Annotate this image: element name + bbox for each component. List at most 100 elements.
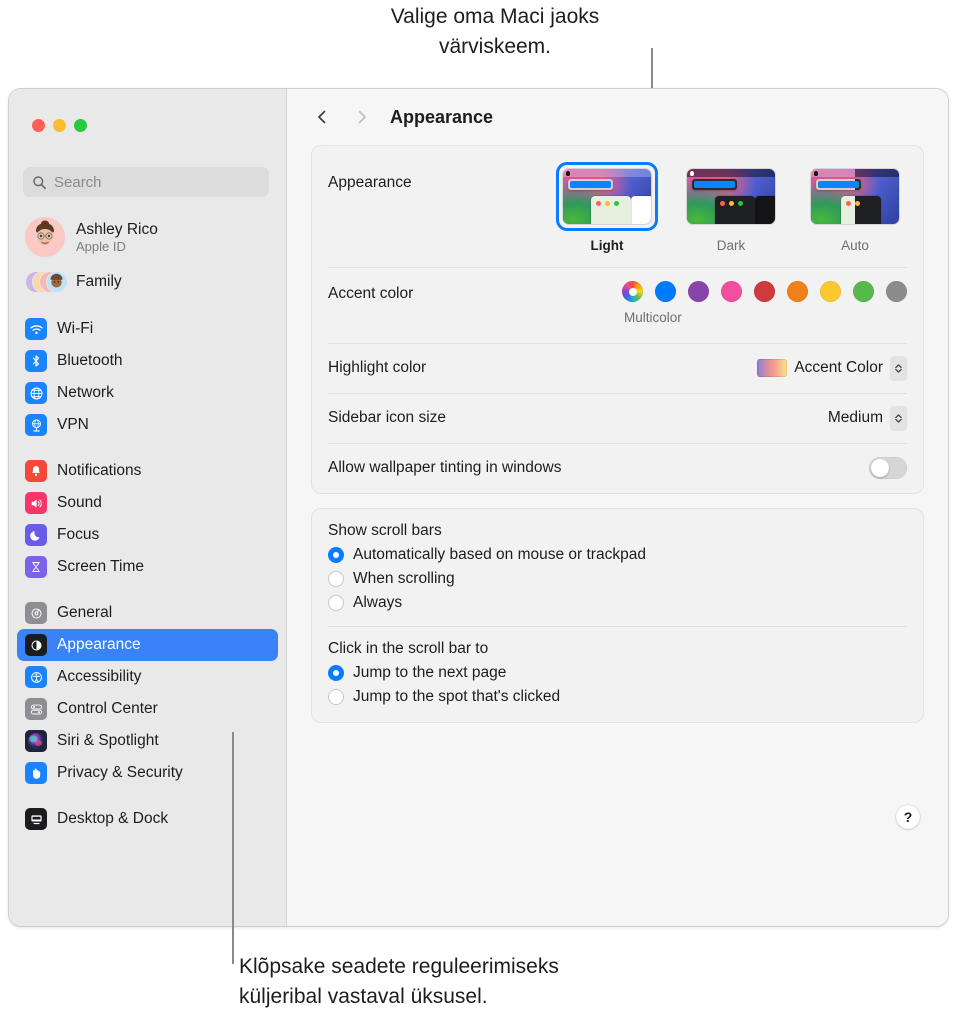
radio-indicator <box>328 547 344 563</box>
sidebar-item-network[interactable]: Network <box>17 377 278 409</box>
back-button[interactable] <box>309 104 335 130</box>
theme-option-label: Dark <box>716 238 746 253</box>
sidebar: Search Ashley Rico Apple ID Family Wi-Fi… <box>9 89 287 926</box>
control-center-icon <box>25 698 47 720</box>
accent-swatch-yellow[interactable] <box>820 281 841 302</box>
accent-swatch-multicolor[interactable] <box>622 281 643 302</box>
appearance-theme-row: Appearance Light Dark Auto <box>312 146 923 267</box>
sidebar-item-label: Privacy & Security <box>57 764 183 781</box>
accent-swatch-red[interactable] <box>754 281 775 302</box>
chevron-updown-icon <box>890 356 907 380</box>
chevron-left-icon <box>318 110 326 124</box>
sidebar-item-accessibility[interactable]: Accessibility <box>17 661 278 693</box>
theme-option-light[interactable]: Light <box>555 162 659 253</box>
sidebar-item-apple-id[interactable]: Ashley Rico Apple ID <box>17 211 278 263</box>
sidebar-item-appearance[interactable]: Appearance <box>17 629 278 661</box>
highlight-color-label: Highlight color <box>328 359 427 376</box>
vpn-globe-icon <box>25 414 47 436</box>
family-avatars-icon <box>25 269 68 295</box>
theme-option-dark[interactable]: Dark <box>679 162 783 253</box>
sidebar-item-family[interactable]: Family <box>17 265 278 299</box>
theme-option-group[interactable]: Light Dark Auto <box>555 162 907 253</box>
search-input[interactable]: Search <box>23 167 269 197</box>
accent-swatch-orange[interactable] <box>787 281 808 302</box>
profile-name: Ashley Rico <box>76 220 158 238</box>
window-traffic-lights[interactable] <box>32 119 87 132</box>
sidebar-icon-size-row: Sidebar icon size Medium <box>312 393 923 443</box>
radio-indicator <box>328 595 344 611</box>
radio-show-scrollbars-automatic[interactable]: Automatically based on mouse or trackpad <box>312 543 923 567</box>
radio-label: Jump to the spot that's clicked <box>353 688 561 705</box>
show-scroll-bars-title: Show scroll bars <box>328 522 442 539</box>
search-icon <box>33 175 46 189</box>
forward-button[interactable] <box>349 104 375 130</box>
sidebar-scroll-area[interactable]: Ashley Rico Apple ID Family Wi-Fi Blueto… <box>9 207 286 926</box>
chevron-right-icon <box>358 110 366 124</box>
sidebar-divider-2 <box>9 441 286 455</box>
sidebar-item-screen-time[interactable]: Screen Time <box>17 551 278 583</box>
highlight-color-value: Accent Color <box>794 359 883 376</box>
sidebar-item-general[interactable]: General <box>17 597 278 629</box>
scroll-bars-card: Show scroll bars Automatically based on … <box>311 508 924 723</box>
avatar <box>25 217 65 257</box>
help-button[interactable]: ? <box>896 805 920 829</box>
accent-swatch-green[interactable] <box>853 281 874 302</box>
radio-click-jump-to-spot[interactable]: Jump to the spot that's clicked <box>312 685 923 709</box>
accent-swatch-graphite[interactable] <box>886 281 907 302</box>
radio-label: Jump to the next page <box>353 664 507 681</box>
sidebar-item-label: Appearance <box>57 636 141 653</box>
sidebar-item-label: Focus <box>57 526 100 543</box>
zoom-button[interactable] <box>74 119 87 132</box>
sidebar-icon-size-value: Medium <box>827 409 883 426</box>
theme-option-label: Light <box>590 238 624 253</box>
highlight-color-popup[interactable]: Accent Color <box>757 356 907 380</box>
minimize-button[interactable] <box>53 119 66 132</box>
appearance-label: Appearance <box>328 174 412 191</box>
close-button[interactable] <box>32 119 45 132</box>
toolbar: Appearance <box>287 89 948 145</box>
accent-swatch-group[interactable] <box>622 281 907 302</box>
sidebar-item-siri-spotlight[interactable]: Siri & Spotlight <box>17 725 278 757</box>
radio-label: Automatically based on mouse or trackpad <box>353 546 646 563</box>
wallpaper-tinting-toggle[interactable] <box>869 457 907 479</box>
sidebar-item-desktop-dock[interactable]: Desktop & Dock <box>17 803 278 835</box>
sidebar-item-label: Network <box>57 384 114 401</box>
accent-color-row: Accent color Multicolor <box>312 267 923 343</box>
moon-icon <box>25 524 47 546</box>
appearance-contrast-icon <box>25 634 47 656</box>
theme-option-label: Auto <box>841 238 869 253</box>
highlight-gradient-swatch <box>757 359 788 377</box>
sidebar-item-wi-fi[interactable]: Wi-Fi <box>17 313 278 345</box>
sidebar-item-control-center[interactable]: Control Center <box>17 693 278 725</box>
sidebar-divider-4 <box>9 789 286 803</box>
sidebar-item-privacy-security[interactable]: Privacy & Security <box>17 757 278 789</box>
sidebar-item-bluetooth[interactable]: Bluetooth <box>17 345 278 377</box>
accent-swatch-blue[interactable] <box>655 281 676 302</box>
sidebar-item-label: Notifications <box>57 462 142 479</box>
theme-option-auto[interactable]: Auto <box>803 162 907 253</box>
radio-show-scrollbars-always[interactable]: Always <box>312 591 923 615</box>
accent-swatch-purple[interactable] <box>688 281 709 302</box>
callout-top-text: Valige oma Maci jaoks värviskeem. <box>390 5 600 58</box>
sidebar-item-focus[interactable]: Focus <box>17 519 278 551</box>
sidebar-icon-size-popup[interactable]: Medium <box>828 406 907 430</box>
appearance-settings-card: Appearance Light Dark Auto Accent color … <box>311 145 924 494</box>
sidebar-item-vpn[interactable]: VPN <box>17 409 278 441</box>
accent-color-caption: Multicolor <box>624 310 682 325</box>
wifi-icon <box>25 318 47 340</box>
page-title: Appearance <box>390 106 494 127</box>
speaker-icon <box>25 492 47 514</box>
accent-swatch-pink[interactable] <box>721 281 742 302</box>
radio-indicator <box>328 689 344 705</box>
callout-bottom-text: Klõpsake seadete reguleerimiseks küljeri… <box>239 955 559 1008</box>
radio-show-scrollbars-when-scrolling[interactable]: When scrolling <box>312 567 923 591</box>
siri-icon <box>25 730 47 752</box>
sidebar-item-label: VPN <box>57 416 89 433</box>
hourglass-icon <box>25 556 47 578</box>
sidebar-item-notifications[interactable]: Notifications <box>17 455 278 487</box>
sidebar-item-sound[interactable]: Sound <box>17 487 278 519</box>
chevron-updown-icon <box>890 406 907 430</box>
sidebar-item-label: General <box>57 604 113 621</box>
radio-click-jump-next-page[interactable]: Jump to the next page <box>312 661 923 685</box>
sidebar-item-family-label: Family <box>76 273 122 290</box>
